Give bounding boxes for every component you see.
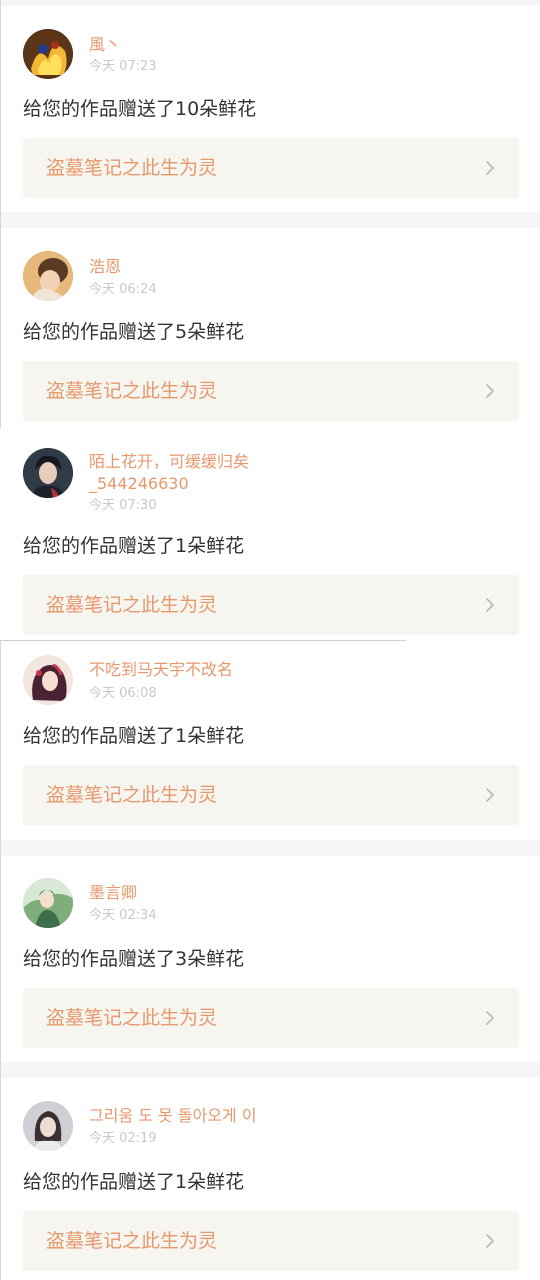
chevron-right-icon (486, 161, 494, 175)
timestamp: 今天 07:30 (89, 498, 157, 513)
work-title: 盗墓笔记之此生为灵 (46, 380, 218, 402)
anime-girl-avatar-icon (23, 655, 73, 705)
username[interactable]: 그리움 도 못 돌아오게 이 (89, 1105, 257, 1127)
green-illustration-avatar-icon (23, 878, 73, 928)
section-separator (0, 840, 540, 856)
timestamp: 今天 06:24 (89, 282, 157, 297)
chevron-right-icon (486, 384, 494, 398)
username[interactable]: 不吃到马天宇不改名 (89, 659, 233, 681)
chevron-right-icon (486, 788, 494, 802)
work-link[interactable]: 盗墓笔记之此生为灵 (23, 575, 519, 635)
timestamp: 今天 02:19 (89, 1131, 157, 1146)
chevron-right-icon (486, 1011, 494, 1025)
username-line-1[interactable]: 陌上花开，可缓缓归矣 (89, 451, 249, 473)
work-title: 盗墓笔记之此生为灵 (46, 784, 218, 806)
gift-message: 给您的作品赠送了1朵鲜花 (23, 725, 245, 747)
work-link[interactable]: 盗墓笔记之此生为灵 (23, 765, 519, 825)
work-link[interactable]: 盗墓笔记之此生为灵 (23, 138, 519, 198)
chevron-right-icon (486, 598, 494, 612)
timestamp: 今天 02:34 (89, 908, 157, 923)
username-line-2[interactable]: _544246630 (89, 473, 189, 495)
section-separator (0, 1062, 540, 1078)
boy-photo-avatar-icon (23, 448, 73, 498)
work-link[interactable]: 盗墓笔记之此生为灵 (23, 1211, 519, 1271)
user-avatar[interactable] (23, 655, 73, 705)
fire-character-avatar-icon (23, 29, 73, 79)
user-avatar[interactable] (23, 878, 73, 928)
username[interactable]: 浩恩 (89, 256, 121, 278)
work-title: 盗墓笔记之此生为灵 (46, 1007, 218, 1029)
work-title: 盗墓笔记之此生为灵 (46, 1230, 218, 1252)
user-avatar[interactable] (23, 29, 73, 79)
username[interactable]: 墨言卿 (89, 882, 137, 904)
timestamp: 今天 06:08 (89, 686, 157, 701)
gift-message: 给您的作品赠送了1朵鲜花 (23, 535, 245, 557)
user-avatar[interactable] (23, 448, 73, 498)
work-title: 盗墓笔记之此生为灵 (46, 594, 218, 616)
left-edge-line (0, 640, 1, 1280)
work-link[interactable]: 盗墓笔记之此生为灵 (23, 361, 519, 421)
gift-message: 给您的作品赠送了3朵鲜花 (23, 948, 245, 970)
gift-message: 给您的作品赠送了1朵鲜花 (23, 1171, 245, 1193)
girl-photo-avatar-icon (23, 251, 73, 301)
user-avatar[interactable] (23, 1101, 73, 1151)
flower-gift-notification-list: 風丶 今天 07:23 给您的作品赠送了10朵鲜花 盗墓笔记之此生为灵 浩恩 今… (0, 0, 540, 1280)
portrait-avatar-icon (23, 1101, 73, 1151)
username[interactable]: 風丶 (89, 34, 121, 56)
user-avatar[interactable] (23, 251, 73, 301)
stitch-divider (0, 640, 406, 641)
gift-message: 给您的作品赠送了10朵鲜花 (23, 98, 257, 120)
work-link[interactable]: 盗墓笔记之此生为灵 (23, 988, 519, 1048)
timestamp: 今天 07:23 (89, 59, 157, 74)
chevron-right-icon (486, 1234, 494, 1248)
section-separator (0, 212, 540, 228)
left-edge-line (0, 0, 1, 428)
work-title: 盗墓笔记之此生为灵 (46, 157, 218, 179)
gift-message: 给您的作品赠送了5朵鲜花 (23, 321, 245, 343)
